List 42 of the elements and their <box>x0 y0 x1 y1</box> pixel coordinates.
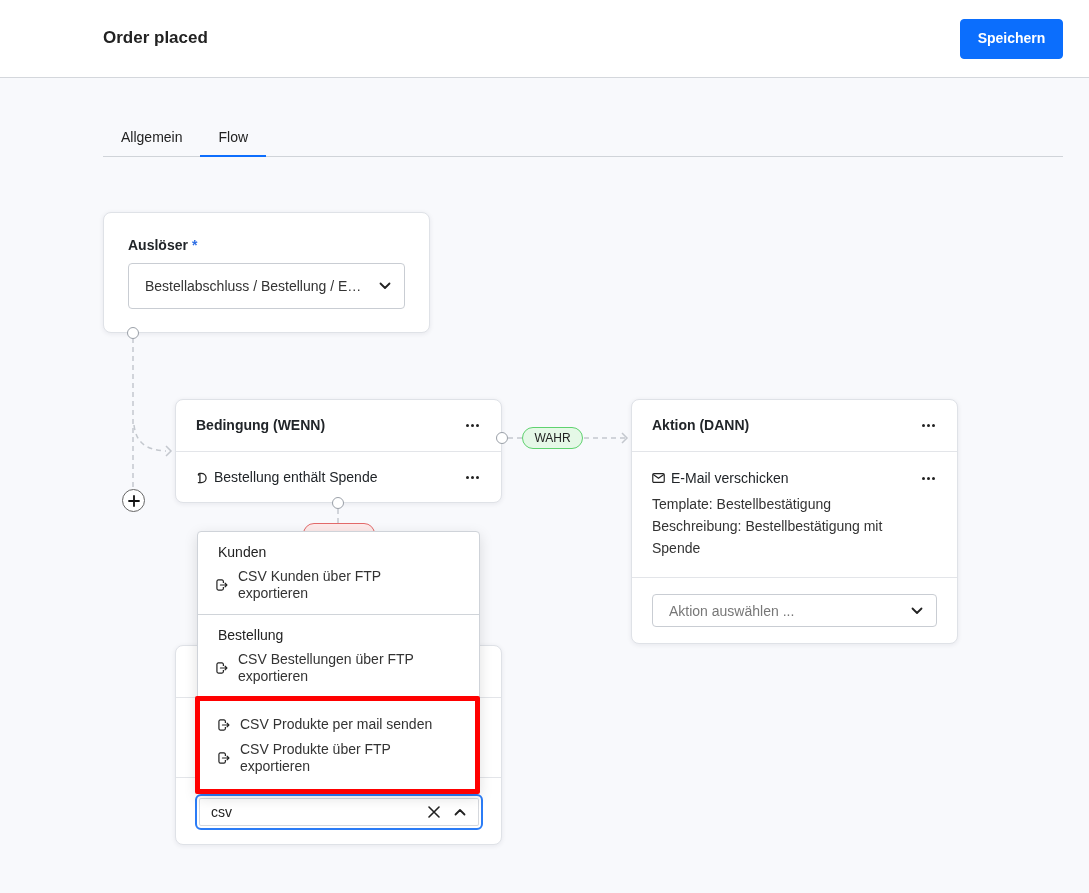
clear-icon[interactable] <box>428 806 440 818</box>
connector-arrow <box>133 424 173 457</box>
step-detail: Beschreibung: Bestellbestätigung mit Spende <box>652 517 884 558</box>
tab[interactable]: Allgemein <box>103 120 201 157</box>
connector-arrow <box>583 432 629 444</box>
chevron-down-icon <box>911 606 923 615</box>
more-icon[interactable] <box>466 424 479 427</box>
export-icon <box>216 579 228 591</box>
branch-tag: WAHR <box>522 427 583 449</box>
menu-item[interactable]: CSV Produkte über FTP exportieren <box>200 737 475 779</box>
rule-text: Bestellung enthält Spende <box>214 468 378 487</box>
export-icon <box>218 752 230 764</box>
more-icon[interactable] <box>922 424 935 427</box>
card-title: Bedingung (WENN) <box>196 416 326 435</box>
export-icon <box>216 662 228 674</box>
plus-icon <box>127 494 140 507</box>
trigger-select[interactable]: Bestellabschluss / Bestellung / E… <box>128 263 405 309</box>
page-title: Order placed <box>103 28 208 49</box>
more-icon[interactable] <box>922 476 935 480</box>
card-title: Aktion (DANN) <box>652 416 750 435</box>
menu-item[interactable]: CSV Kunden über FTP exportieren <box>198 564 479 606</box>
menu-item[interactable]: CSV Bestellungen über FTP exportieren <box>198 647 479 689</box>
group-header: Kunden <box>217 543 268 562</box>
menu-item[interactable]: CSV Produkte per mail senden <box>200 712 475 737</box>
connector-line <box>337 508 339 524</box>
chevron-up-icon[interactable] <box>454 808 466 816</box>
field-label: Auslöser <box>128 236 188 255</box>
action-select[interactable]: Aktion auswählen ... <box>652 594 937 627</box>
required-mark: * <box>191 236 198 255</box>
envelope-icon <box>652 473 665 483</box>
save-button[interactable]: Speichern <box>960 18 1063 59</box>
group-header: Bestellung <box>217 626 285 645</box>
add-step-button[interactable] <box>122 489 145 512</box>
step-title: E-Mail verschicken <box>671 468 789 488</box>
chevron-down-icon <box>379 282 391 290</box>
step-detail: Template: Bestellbestätigung <box>652 495 832 514</box>
more-icon[interactable] <box>466 476 479 479</box>
connector-line <box>507 437 523 439</box>
tab[interactable]: Flow <box>200 120 267 157</box>
condition-icon <box>197 471 207 484</box>
export-icon <box>218 718 230 731</box>
search-field[interactable]: csv <box>195 794 483 830</box>
